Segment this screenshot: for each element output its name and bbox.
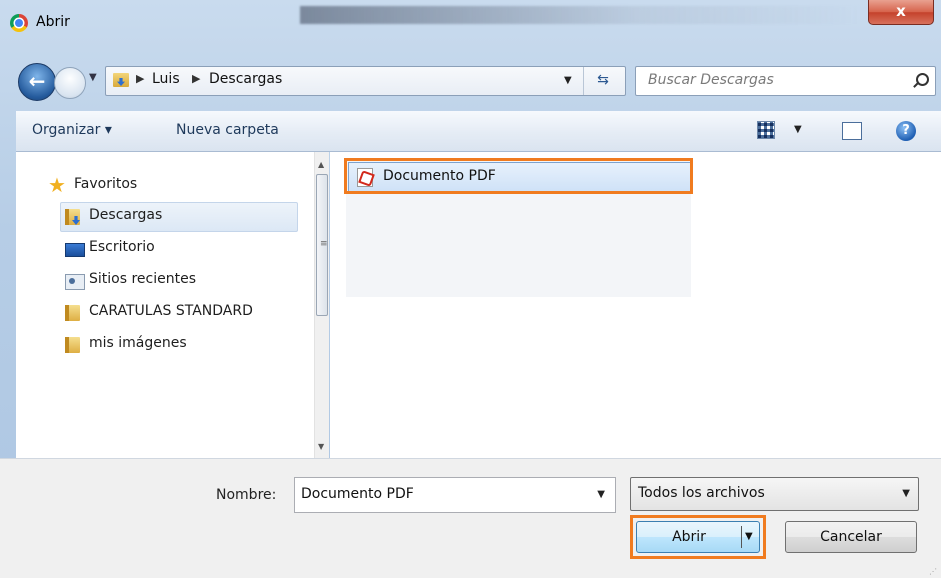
- downloads-folder-icon: [113, 73, 129, 87]
- file-list: Documento PDF: [330, 152, 941, 458]
- file-type-select[interactable]: Todos los archivos ▼: [630, 477, 919, 511]
- refresh-icon[interactable]: ⇆: [583, 67, 622, 95]
- breadcrumb-separator[interactable]: ▶: [192, 72, 200, 85]
- file-name-label: Nombre:: [216, 487, 277, 503]
- open-button-highlight-box: [630, 515, 766, 559]
- resize-grip[interactable]: ⋰: [929, 567, 937, 576]
- nav-item-label: CARATULAS STANDARD: [89, 303, 253, 319]
- file-type-dropdown-icon[interactable]: ▼: [902, 488, 910, 499]
- command-toolbar: Organizar ▾ Nueva carpeta ▼ ?: [16, 111, 941, 152]
- help-icon[interactable]: ?: [896, 121, 916, 141]
- title-bar-shadow: [300, 6, 860, 24]
- view-options-dropdown-icon[interactable]: ▼: [794, 124, 802, 135]
- folder-icon: [65, 305, 80, 321]
- nav-item-label: Favoritos: [74, 176, 138, 192]
- preview-pane-icon[interactable]: [842, 122, 862, 140]
- breadcrumb-luis[interactable]: Luis: [152, 71, 180, 87]
- scrollbar-grip: ≡: [320, 239, 328, 249]
- file-highlight-box: [344, 158, 693, 194]
- star-icon: ★: [48, 173, 66, 197]
- nav-item-favoritos[interactable]: ★ Favoritos: [46, 172, 286, 200]
- file-name-input[interactable]: Documento PDF ▼: [294, 477, 616, 513]
- navigation-scrollbar[interactable]: ▲ ≡ ▼: [314, 152, 329, 458]
- file-name-dropdown-icon[interactable]: ▼: [597, 489, 605, 500]
- change-view-icon[interactable]: [757, 121, 775, 139]
- nav-item-mis-imagenes[interactable]: mis imágenes: [61, 331, 297, 359]
- address-dropdown-icon[interactable]: ▼: [564, 75, 572, 86]
- file-type-value: Todos los archivos: [638, 485, 765, 501]
- nav-item-label: Sitios recientes: [89, 271, 196, 287]
- recent-locations-dropdown[interactable]: ▼: [89, 72, 97, 83]
- organize-menu[interactable]: Organizar ▾: [32, 122, 112, 138]
- folder-icon: [65, 337, 80, 353]
- nav-item-label: Escritorio: [89, 239, 155, 255]
- search-placeholder: Buscar Descargas: [648, 72, 774, 88]
- new-folder-button[interactable]: Nueva carpeta: [176, 122, 279, 138]
- title-bar: Abrir x: [0, 0, 941, 52]
- navigation-pane: ★ Favoritos Descargas Escritorio Sitios …: [16, 152, 329, 458]
- nav-item-label: mis imágenes: [89, 335, 187, 351]
- breadcrumb-descargas[interactable]: Descargas: [209, 71, 282, 87]
- nav-item-label: Descargas: [89, 207, 163, 223]
- downloads-folder-icon: [65, 209, 80, 225]
- close-button[interactable]: x: [868, 0, 934, 25]
- dialog-footer: Nombre: Documento PDF ▼ Todos los archiv…: [0, 458, 941, 578]
- back-button[interactable]: ←: [18, 63, 56, 101]
- address-bar[interactable]: ▶ Luis ▶ Descargas ▼ ⇆: [105, 66, 626, 96]
- recent-places-icon: [65, 274, 85, 290]
- nav-item-sitios-recientes[interactable]: Sitios recientes: [61, 267, 297, 295]
- search-input[interactable]: Buscar Descargas: [635, 66, 936, 96]
- nav-item-descargas[interactable]: Descargas: [60, 202, 298, 232]
- breadcrumb-separator[interactable]: ▶: [136, 72, 144, 85]
- scrollbar-thumb[interactable]: ≡: [316, 174, 328, 316]
- cancel-button[interactable]: Cancelar: [785, 521, 917, 553]
- file-name-value: Documento PDF: [301, 486, 414, 502]
- desktop-icon: [65, 243, 85, 257]
- window-title: Abrir: [36, 14, 70, 30]
- nav-item-escritorio[interactable]: Escritorio: [61, 235, 297, 263]
- nav-item-caratulas-standard[interactable]: CARATULAS STANDARD: [61, 299, 314, 327]
- search-icon[interactable]: [916, 73, 929, 86]
- forward-button[interactable]: [54, 67, 86, 99]
- open-file-dialog: Abrir x ← ▼ ▶ Luis ▶ Descargas ▼ ⇆ Busca…: [0, 0, 941, 578]
- scroll-down-arrow-icon[interactable]: ▼: [318, 442, 324, 451]
- scroll-up-arrow-icon[interactable]: ▲: [318, 160, 324, 169]
- chrome-icon: [10, 14, 28, 32]
